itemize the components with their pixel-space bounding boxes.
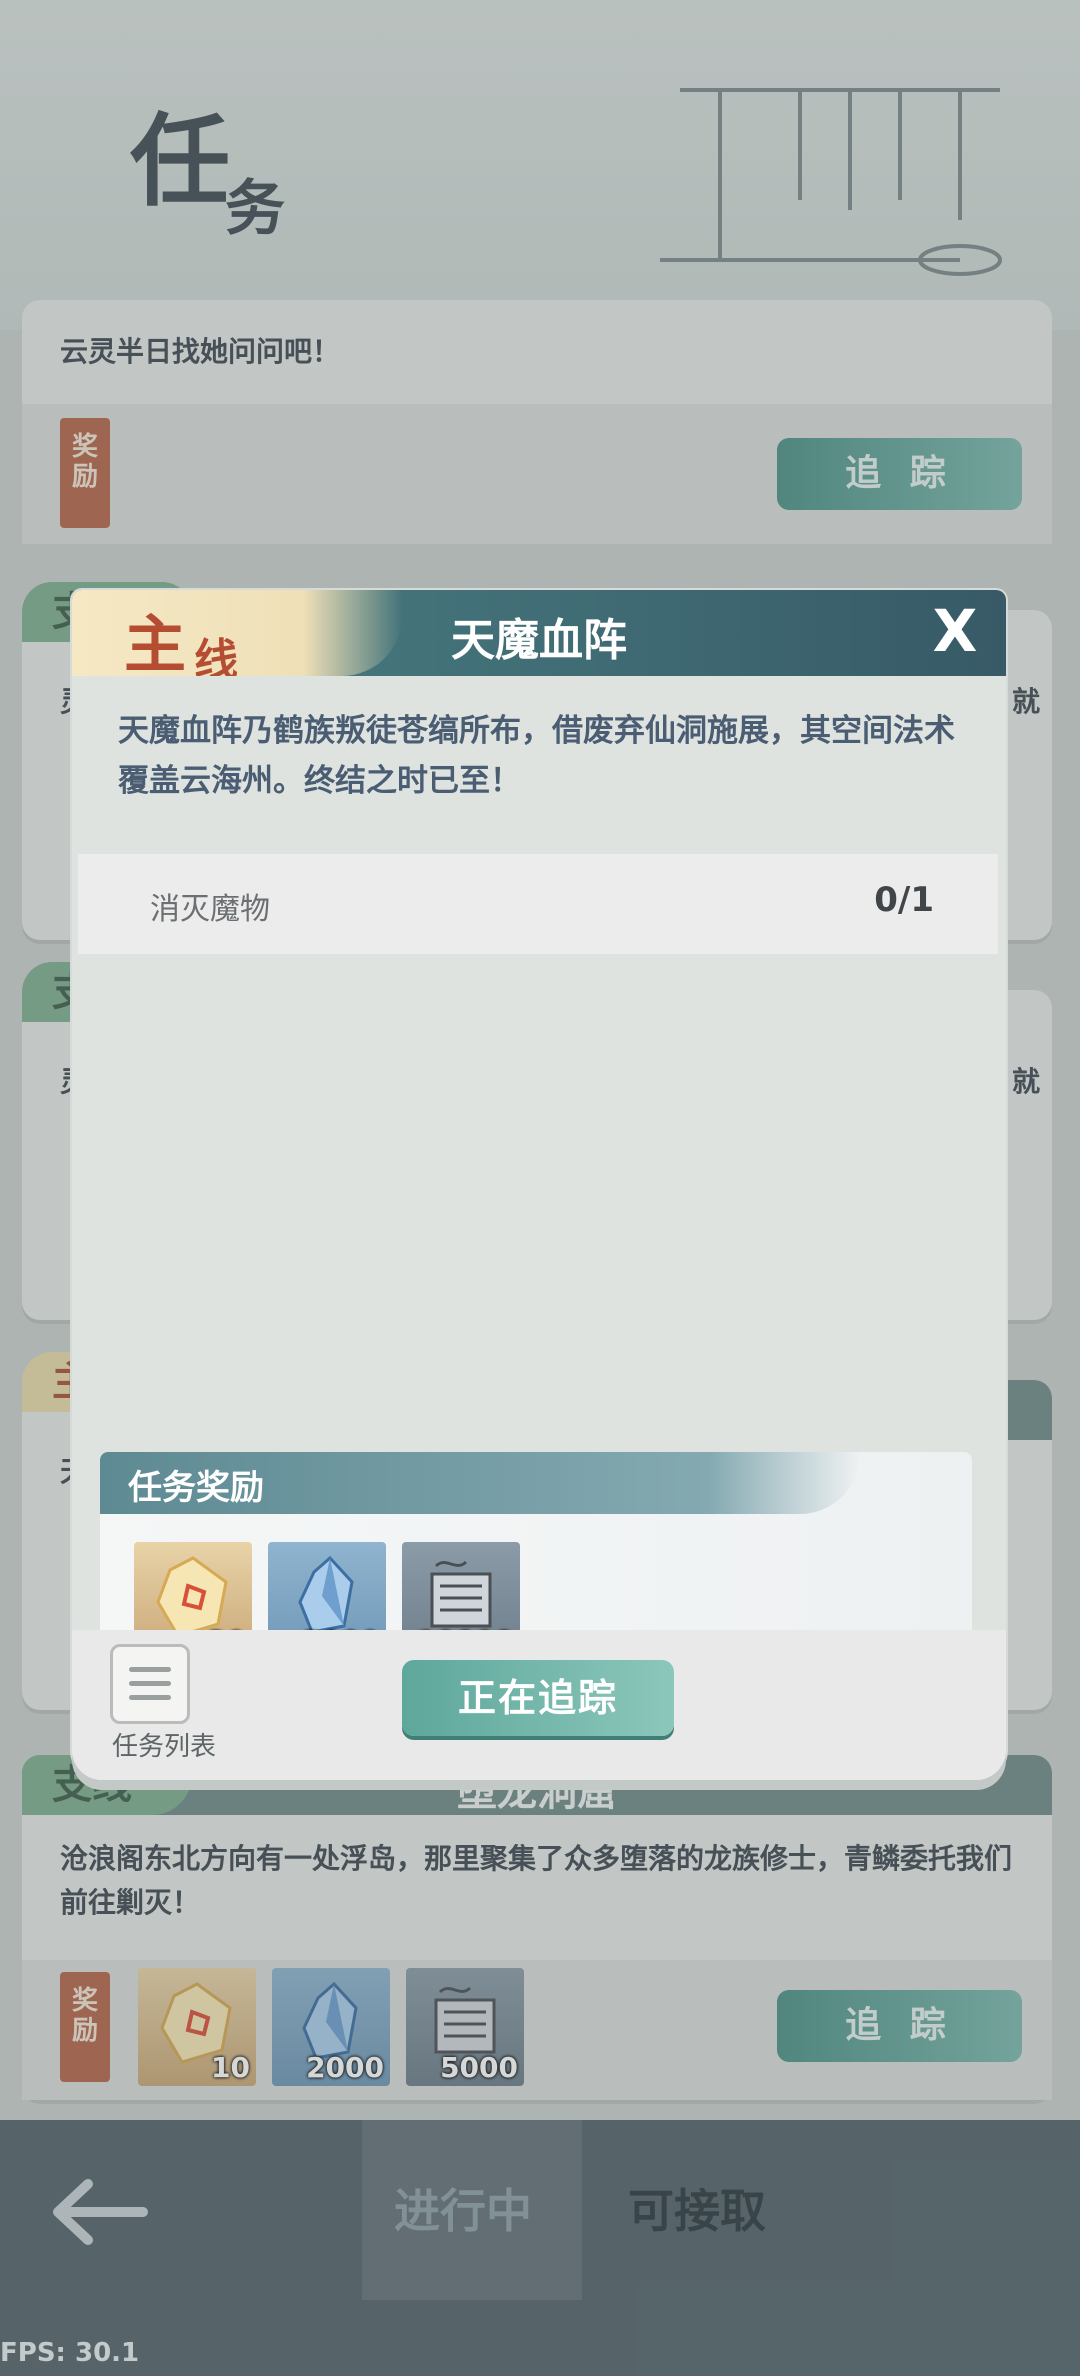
modal-title: 天魔血阵 (451, 615, 627, 666)
reward-header-label: 任务奖励 (128, 1468, 264, 1508)
tracking-button[interactable]: 正在追踪 (402, 1660, 674, 1736)
task-list-button[interactable] (110, 1644, 190, 1724)
list-line (129, 1681, 171, 1686)
list-line (129, 1695, 171, 1700)
objective-name: 消灭魔物 (150, 892, 270, 927)
objective-count: 0/1 (874, 880, 934, 920)
quest-objective: 消灭魔物 0/1 (78, 854, 998, 954)
modal-footer: 任务列表 正在追踪 (72, 1630, 1006, 1780)
quest-description: 天魔血阵乃鹤族叛徒苍缟所布，借废弃仙洞施展，其空间法术覆盖云海州。终结之时已至！ (118, 713, 955, 799)
reward-header: 任务奖励 (100, 1452, 860, 1514)
modal-header: 主 线 天魔血阵 X (72, 590, 1006, 686)
quest-detail-modal: 主 线 天魔血阵 X 天魔血阵乃鹤族叛徒苍缟所布，借废弃仙洞施展，其空间法术覆盖… (72, 590, 1006, 1780)
modal-body: 天魔血阵乃鹤族叛徒苍缟所布，借废弃仙洞施展，其空间法术覆盖云海州。终结之时已至！… (72, 676, 1006, 1682)
close-button[interactable]: X (924, 600, 986, 662)
list-line (129, 1667, 171, 1672)
task-list-label: 任务列表 (112, 1732, 217, 1762)
